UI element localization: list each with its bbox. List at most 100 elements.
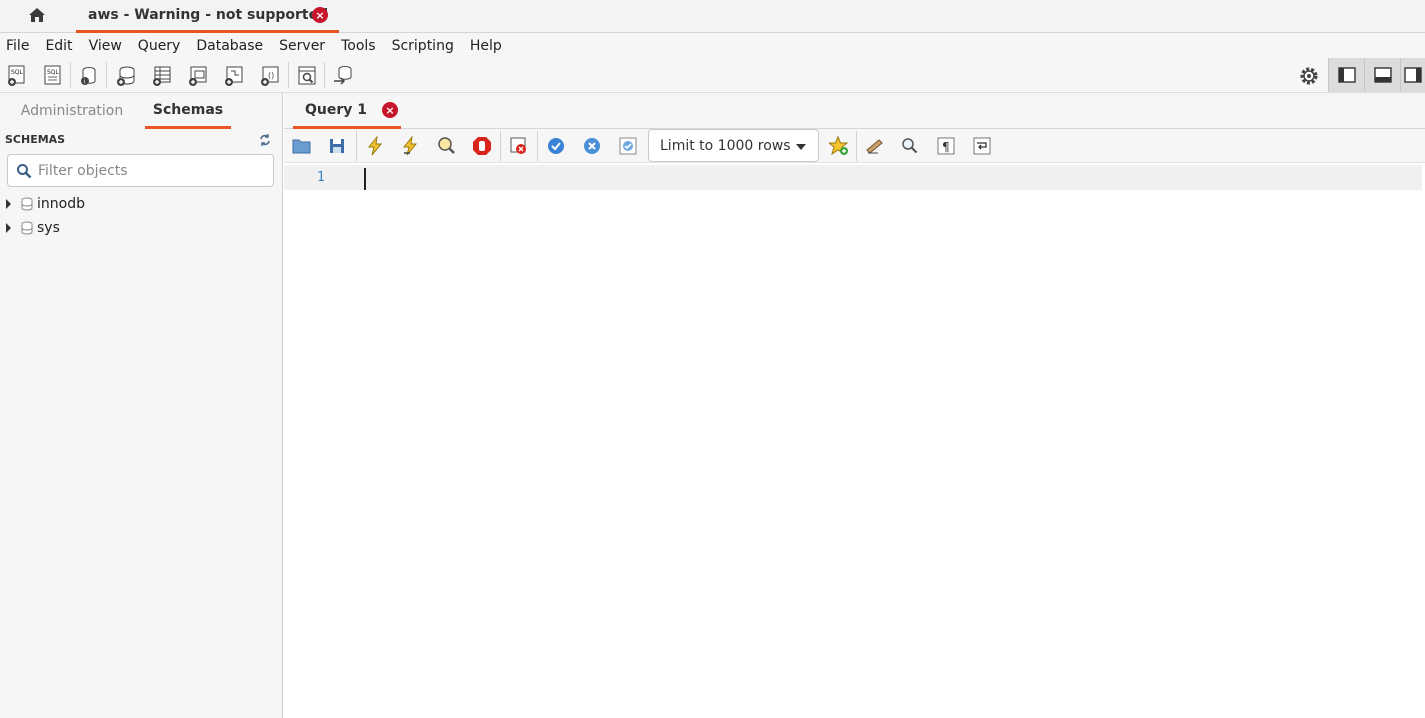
open-file-button[interactable]: [290, 134, 314, 158]
add-snippet-button[interactable]: [827, 134, 851, 158]
commit-button[interactable]: [544, 134, 568, 158]
invisible-chars-icon: ¶: [937, 137, 955, 155]
svg-text:SQL: SQL: [11, 69, 24, 76]
execute-current-statement-button[interactable]: [398, 134, 422, 158]
menu-query[interactable]: Query: [138, 38, 181, 54]
beautify-button[interactable]: [863, 134, 887, 158]
open-sql-script-button[interactable]: SQL: [40, 64, 64, 88]
close-query-tab-icon[interactable]: ×: [382, 102, 398, 118]
tab-administration[interactable]: Administration: [8, 93, 136, 129]
toggle-error-icon: [510, 137, 526, 154]
create-procedure-button[interactable]: [222, 64, 246, 88]
toggle-output-button[interactable]: [1364, 58, 1400, 92]
limit-rows-select[interactable]: Limit to 1000 rows: [648, 129, 819, 162]
execute-icon: [367, 136, 383, 156]
menu-file[interactable]: File: [6, 38, 29, 54]
reconnect-button[interactable]: [331, 64, 355, 88]
schema-tree-item[interactable]: sys: [4, 217, 60, 239]
main-toolbar: SQL SQL i (): [0, 58, 1425, 93]
create-table-icon: [153, 66, 171, 86]
query-tab-title: Query 1: [305, 101, 368, 118]
invisible-chars-button[interactable]: ¶: [934, 134, 958, 158]
save-script-button[interactable]: [325, 134, 349, 158]
refresh-schemas-icon[interactable]: [258, 133, 272, 147]
word-wrap-button[interactable]: [970, 134, 994, 158]
search-table-data-icon: [298, 66, 316, 85]
settings-button[interactable]: [1297, 64, 1321, 88]
session-info-icon: i: [81, 67, 96, 86]
create-function-button[interactable]: (): [258, 64, 282, 88]
rollback-icon: [584, 138, 600, 154]
toggle-error-button[interactable]: [507, 134, 531, 158]
menu-edit[interactable]: Edit: [45, 38, 72, 54]
close-connection-tab-icon[interactable]: ×: [312, 7, 328, 23]
create-schema-button[interactable]: [114, 64, 138, 88]
explain-button[interactable]: [434, 134, 458, 158]
menu-help[interactable]: Help: [470, 38, 502, 54]
database-icon: [21, 197, 33, 211]
explain-icon: [438, 137, 455, 154]
connection-tab-title: aws - Warning - not supported: [88, 7, 329, 23]
create-table-button[interactable]: [150, 64, 174, 88]
filter-objects-field[interactable]: [7, 154, 274, 187]
menu-scripting[interactable]: Scripting: [392, 38, 454, 54]
settings-gear-icon: [1300, 67, 1318, 85]
create-schema-icon: [117, 66, 135, 86]
connection-tab[interactable]: aws - Warning - not supported ×: [76, 0, 339, 33]
query-tab[interactable]: Query 1 ×: [293, 93, 401, 129]
filter-objects-input[interactable]: [38, 162, 258, 179]
add-snippet-icon: [829, 136, 849, 156]
text-caret: [364, 168, 366, 190]
commit-icon: [548, 138, 564, 154]
expand-arrow-icon[interactable]: [6, 199, 11, 209]
find-button[interactable]: [898, 134, 922, 158]
create-view-icon: [189, 66, 207, 86]
create-procedure-icon: [225, 66, 243, 86]
reconnect-icon: [334, 66, 352, 85]
session-info-button[interactable]: i: [77, 64, 101, 88]
stop-button[interactable]: [470, 134, 494, 158]
open-file-icon: [292, 139, 311, 154]
find-icon: [902, 138, 918, 154]
line-number: 1: [317, 170, 325, 185]
rollback-button[interactable]: [580, 134, 604, 158]
menu-tools[interactable]: Tools: [341, 38, 376, 54]
create-function-icon: (): [261, 66, 279, 86]
stop-icon: [473, 137, 491, 155]
menu-server[interactable]: Server: [279, 38, 325, 54]
execute-current-icon: [402, 136, 418, 156]
schema-name: innodb: [37, 196, 85, 212]
schemas-section-title: SCHEMAS: [5, 133, 66, 146]
beautify-icon: [866, 139, 883, 154]
connection-tabbar: aws - Warning - not supported ×: [0, 0, 1425, 33]
limit-rows-value: Limit to 1000 rows: [660, 137, 791, 154]
execute-button[interactable]: [363, 134, 387, 158]
schema-name: sys: [37, 220, 60, 236]
home-icon: [29, 8, 45, 22]
toggle-secondary-sidebar-icon: [1404, 67, 1422, 83]
sql-editor[interactable]: 1: [284, 163, 1425, 718]
menu-view[interactable]: View: [89, 38, 122, 54]
tab-schemas[interactable]: Schemas: [145, 93, 231, 129]
database-icon: [21, 221, 33, 235]
create-view-button[interactable]: [186, 64, 210, 88]
current-line-highlight: [284, 165, 1422, 190]
chevron-down-icon: [796, 144, 806, 150]
svg-text:(): (): [268, 71, 274, 80]
schema-tree-item[interactable]: innodb: [4, 193, 85, 215]
toggle-sidebar-button[interactable]: [1328, 58, 1364, 92]
save-script-icon: [330, 139, 344, 153]
new-sql-tab-button[interactable]: SQL: [5, 64, 29, 88]
menu-database[interactable]: Database: [196, 38, 263, 54]
query-tabbar: Query 1 ×: [284, 93, 1425, 129]
autocommit-button[interactable]: [616, 134, 640, 158]
toggle-output-icon: [1373, 67, 1392, 83]
expand-arrow-icon[interactable]: [6, 223, 11, 233]
new-sql-tab-icon: SQL: [8, 65, 25, 86]
home-button[interactable]: [22, 3, 52, 27]
search-table-data-button[interactable]: [295, 64, 319, 88]
svg-text:¶: ¶: [942, 140, 950, 154]
toggle-secondary-sidebar-button[interactable]: [1400, 58, 1425, 92]
autocommit-icon: [619, 137, 637, 155]
menubar: File Edit View Query Database Server Too…: [0, 33, 1425, 58]
